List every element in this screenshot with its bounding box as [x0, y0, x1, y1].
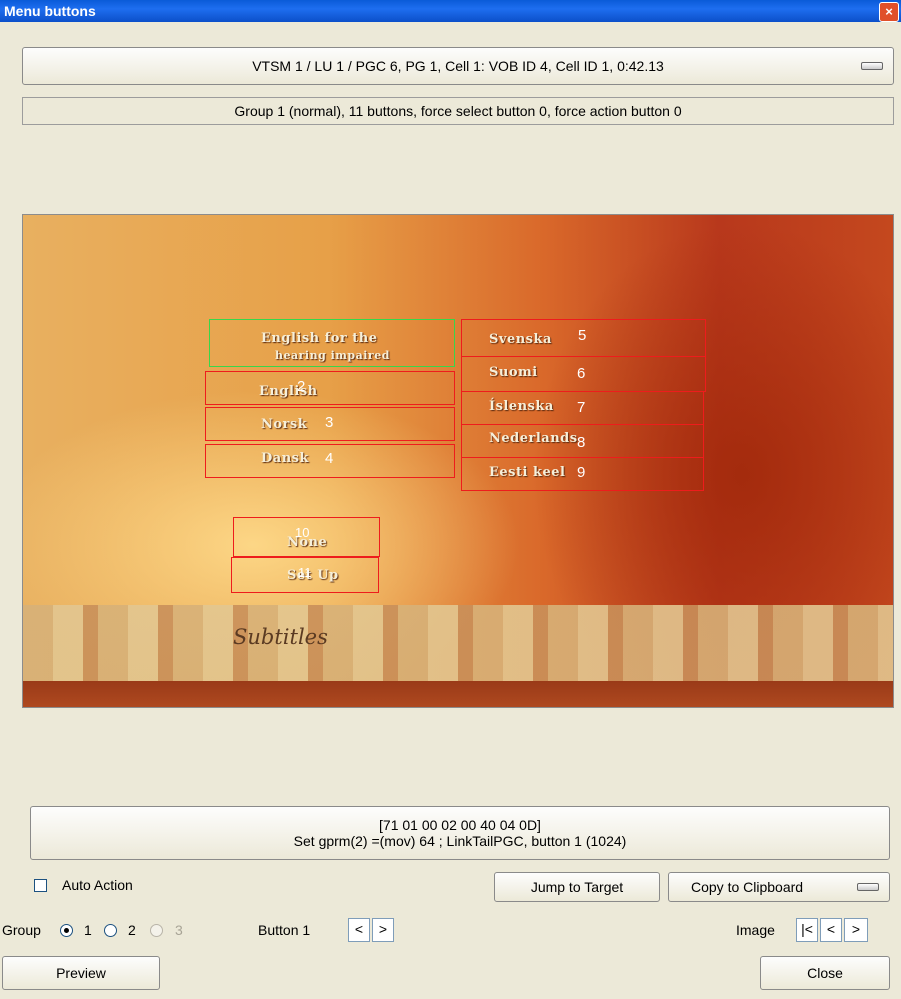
menu-button-7-number: 7	[577, 399, 586, 416]
menu-button-2-label: English	[259, 384, 318, 399]
subtitles-banner	[23, 605, 893, 681]
group-label: Group	[2, 922, 41, 938]
menu-button-3-number: 3	[325, 414, 334, 431]
menu-button-7-label: Íslenska	[489, 399, 554, 414]
menu-button-6-number: 6	[577, 365, 586, 382]
menu-button-5-number: 5	[578, 327, 587, 344]
next-button-arrow[interactable]: >	[372, 918, 394, 942]
menu-button-5-label: Svenska	[489, 332, 552, 347]
title-bar: Menu buttons ×	[0, 0, 901, 22]
menu-button-11-label: Set Up	[287, 568, 339, 583]
preview-bottom-band	[23, 681, 893, 707]
first-image-button[interactable]: |<	[796, 918, 818, 942]
group-radio-1[interactable]	[60, 924, 73, 937]
button-indicator: Button 1	[258, 922, 311, 938]
menu-button-8-label: Nederlands	[489, 431, 578, 446]
close-window-icon[interactable]: ×	[879, 2, 899, 22]
jump-to-target-button[interactable]: Jump to Target	[494, 872, 660, 902]
menu-button-3-label: Norsk	[261, 417, 308, 432]
location-selector[interactable]: VTSM 1 / LU 1 / PGC 6, PG 1, Cell 1: VOB…	[22, 47, 894, 85]
menu-button-8-number: 8	[577, 434, 586, 451]
subtitles-caption: Subtitles	[233, 625, 328, 649]
menu-button-1-label-line1: English for the	[261, 331, 378, 346]
window-title: Menu buttons	[4, 3, 96, 19]
menu-button-1-label-line2: hearing impaired	[275, 349, 390, 362]
group-radio-2-label: 2	[128, 922, 136, 938]
image-label: Image	[736, 922, 775, 938]
next-image-button[interactable]: >	[844, 918, 868, 942]
dropdown-icon	[857, 883, 879, 891]
menu-button-9-label: Eesti keel	[489, 465, 566, 480]
group-info-panel: Group 1 (normal), 11 buttons, force sele…	[22, 97, 894, 125]
menu-button-2-number: 2	[297, 378, 306, 395]
group-radio-2[interactable]	[104, 924, 117, 937]
command-bytes: [71 01 00 02 00 40 04 0D]	[379, 817, 541, 833]
prev-image-button[interactable]: <	[820, 918, 842, 942]
command-description: Set gprm(2) =(mov) 64 ; LinkTailPGC, but…	[293, 833, 627, 849]
auto-action-label: Auto Action	[62, 877, 133, 893]
group-radio-1-label: 1	[84, 922, 92, 938]
copy-to-clipboard-label: Copy to Clipboard	[691, 879, 804, 895]
menu-button-9-number: 9	[577, 464, 586, 481]
command-display-button[interactable]: [71 01 00 02 00 40 04 0D] Set gprm(2) =(…	[30, 806, 890, 860]
dropdown-icon	[861, 62, 883, 70]
menu-button-6-label: Suomi	[489, 365, 538, 380]
menu-button-4-label: Dansk	[261, 451, 309, 466]
close-button[interactable]: Close	[760, 956, 890, 990]
group-info-text: Group 1 (normal), 11 buttons, force sele…	[234, 103, 682, 119]
menu-button-2[interactable]	[205, 371, 455, 405]
menu-button-10-number: 10	[295, 525, 310, 540]
preview-button[interactable]: Preview	[2, 956, 160, 990]
copy-to-clipboard-button[interactable]: Copy to Clipboard	[668, 872, 890, 902]
menu-button-4-number: 4	[325, 450, 334, 467]
auto-action-checkbox[interactable]	[34, 879, 47, 892]
group-radio-3-label: 3	[175, 922, 183, 938]
prev-button-arrow[interactable]: <	[348, 918, 370, 942]
menu-button-11-number: 11	[298, 565, 312, 580]
group-radio-3	[150, 924, 163, 937]
location-selector-value: VTSM 1 / LU 1 / PGC 6, PG 1, Cell 1: VOB…	[252, 58, 664, 74]
menu-preview: Subtitles English for the hearing impair…	[22, 214, 894, 708]
